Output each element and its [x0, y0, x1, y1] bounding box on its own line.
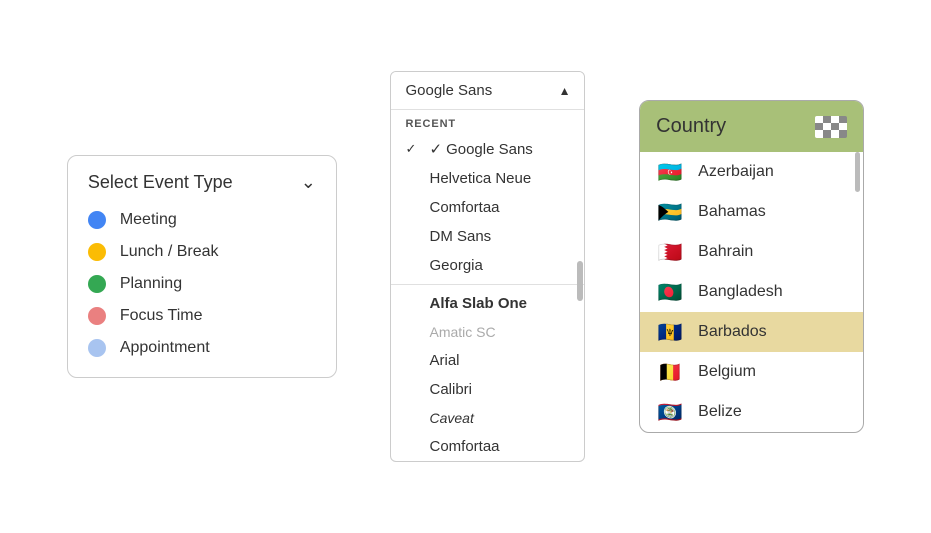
font-list-item[interactable]: Comfortaa	[391, 432, 584, 461]
country-flag: 🇦🇿	[656, 162, 684, 182]
country-flag: 🇧🇩	[656, 282, 684, 302]
font-item-name: Google Sans	[429, 140, 532, 158]
country-flag: 🇧🇭	[656, 242, 684, 262]
country-name: Bahamas	[698, 203, 766, 221]
country-name: Bangladesh	[698, 283, 783, 301]
event-label: Appointment	[120, 339, 210, 357]
country-flag: 🇧🇪	[656, 362, 684, 382]
event-label: Focus Time	[120, 307, 203, 325]
event-item[interactable]: Focus Time	[88, 307, 316, 325]
font-item-name: Caveat	[429, 410, 473, 426]
event-color-dot	[88, 275, 106, 293]
country-flag: 🇧🇧	[656, 322, 684, 342]
checker-cell	[815, 116, 823, 123]
font-list-item[interactable]: DM Sans	[391, 222, 584, 251]
font-panel: Google Sans ▲ RECENT ✓ Google Sans Helveti…	[390, 71, 585, 462]
event-color-dot	[88, 211, 106, 229]
event-type-panel: Select Event Type ⌄ Meeting Lunch / Break…	[67, 155, 337, 378]
country-list: 🇦🇿 Azerbaijan 🇧🇸 Bahamas 🇧🇭 Bahrain 🇧🇩 Banglade…	[640, 152, 863, 432]
country-list-item[interactable]: 🇧🇸 Bahamas	[640, 192, 863, 232]
checker-cell	[823, 130, 831, 137]
country-scrollbar-thumb[interactable]	[855, 152, 860, 192]
font-dropdown-header[interactable]: Google Sans ▲	[391, 72, 584, 110]
event-label: Planning	[120, 275, 182, 293]
font-item-name: Arial	[429, 352, 459, 369]
font-list-item[interactable]: Amatic SC	[391, 318, 584, 346]
event-label: Lunch / Break	[120, 243, 219, 261]
font-list-item[interactable]: Arial	[391, 346, 584, 375]
checker-cell	[831, 123, 839, 130]
checker-cell	[839, 123, 847, 130]
font-item-name: Comfortaa	[429, 438, 499, 455]
font-list-item[interactable]: Comfortaa	[391, 193, 584, 222]
country-panel: Country 🇦🇿 Azerbaijan 🇧🇸 Bahamas 🇧🇭 Bahrain 🇧🇩…	[639, 100, 864, 433]
font-list: ✓ Google Sans Helvetica Neue Comfortaa DM Sa…	[391, 134, 584, 461]
event-label: Meeting	[120, 211, 177, 229]
checker-cell	[823, 123, 831, 130]
font-list-item[interactable]: Helvetica Neue	[391, 164, 584, 193]
country-scroll-wrapper: 🇦🇿 Azerbaijan 🇧🇸 Bahamas 🇧🇭 Bahrain 🇧🇩 Banglade…	[640, 152, 863, 432]
country-name: Belgium	[698, 363, 756, 381]
event-item[interactable]: Meeting	[88, 211, 316, 229]
font-item-name: Comfortaa	[429, 199, 499, 216]
country-name: Azerbaijan	[698, 163, 774, 181]
font-item-name: Georgia	[429, 257, 482, 274]
event-list: Meeting Lunch / Break Planning Focus Time Ap…	[88, 211, 316, 357]
font-check-icon: ✓	[405, 141, 421, 157]
font-list-item[interactable]: Calibri	[391, 375, 584, 404]
font-list-item[interactable]: Caveat	[391, 404, 584, 432]
checker-cell	[839, 130, 847, 137]
event-color-dot	[88, 339, 106, 357]
font-item-name: DM Sans	[429, 228, 491, 245]
chevron-down-icon: ⌄	[301, 172, 316, 193]
country-list-item[interactable]: 🇧🇿 Belize	[640, 392, 863, 432]
checker-cell	[839, 116, 847, 123]
font-scrollbar-thumb[interactable]	[577, 261, 583, 301]
checker-cell	[831, 116, 839, 123]
font-list-item[interactable]: Georgia	[391, 251, 584, 280]
country-list-item[interactable]: 🇧🇪 Belgium	[640, 352, 863, 392]
font-item-name: Calibri	[429, 381, 472, 398]
event-item[interactable]: Appointment	[88, 339, 316, 357]
country-flag: 🇧🇿	[656, 402, 684, 422]
country-name: Bahrain	[698, 243, 753, 261]
checker-cell	[815, 130, 823, 137]
event-item[interactable]: Lunch / Break	[88, 243, 316, 261]
checker-cell	[831, 130, 839, 137]
checker-cell	[823, 116, 831, 123]
event-item[interactable]: Planning	[88, 275, 316, 293]
event-color-dot	[88, 307, 106, 325]
font-list-item[interactable]: Alfa Slab One	[391, 289, 584, 318]
font-dropdown-arrow: ▲	[559, 84, 571, 98]
font-item-name: Helvetica Neue	[429, 170, 531, 187]
country-list-item[interactable]: 🇧🇭 Bahrain	[640, 232, 863, 272]
country-name: Belize	[698, 403, 742, 421]
font-item-name: Amatic SC	[429, 324, 495, 340]
checker-cell	[815, 123, 823, 130]
font-panel-wrapper: Google Sans ▲ RECENT ✓ Google Sans Helveti…	[390, 71, 585, 462]
country-title: Country	[656, 115, 726, 138]
country-list-item[interactable]: 🇧🇧 Barbados	[640, 312, 863, 352]
event-type-header[interactable]: Select Event Type ⌄	[88, 172, 316, 193]
country-flag: 🇧🇸	[656, 202, 684, 222]
font-divider	[391, 284, 584, 285]
font-item-name: Alfa Slab One	[429, 295, 527, 312]
country-header: Country	[640, 101, 863, 152]
font-list-item[interactable]: ✓ Google Sans	[391, 134, 584, 164]
checkerboard-icon	[815, 116, 847, 138]
font-selected-name: Google Sans	[405, 82, 492, 99]
country-list-item[interactable]: 🇧🇩 Bangladesh	[640, 272, 863, 312]
font-section-recent: RECENT	[391, 110, 584, 134]
country-list-item[interactable]: 🇦🇿 Azerbaijan	[640, 152, 863, 192]
event-type-title: Select Event Type	[88, 172, 233, 193]
country-name: Barbados	[698, 323, 767, 341]
event-color-dot	[88, 243, 106, 261]
